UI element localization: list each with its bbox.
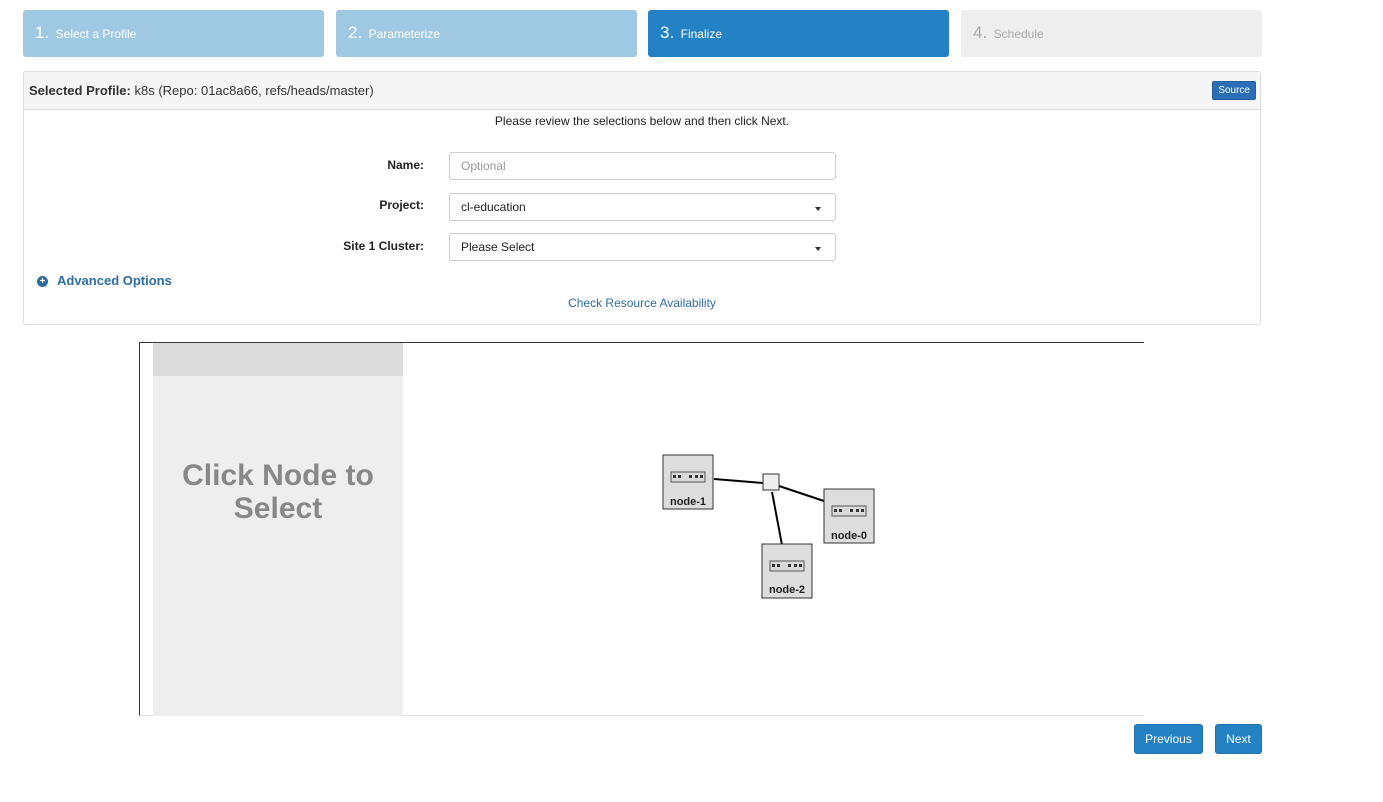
caret-down-icon [815, 207, 821, 211]
step-number: 1. [35, 23, 50, 42]
node-1-label: node-1 [670, 496, 706, 508]
step-label: Select a Profile [55, 27, 137, 41]
cluster-label: Site 1 Cluster: [343, 239, 424, 253]
step-number: 4. [973, 23, 988, 42]
plus-circle-icon: + [37, 276, 48, 287]
cluster-select[interactable]: Please Select [449, 233, 836, 261]
check-resource-link[interactable]: Check Resource Availability [24, 296, 1260, 310]
selected-profile: Selected Profile: k8s (Repo: 01ac8a66, r… [29, 83, 374, 98]
finalize-panel: Selected Profile: k8s (Repo: 01ac8a66, r… [23, 71, 1261, 325]
project-label: Project: [379, 198, 424, 212]
step-finalize[interactable]: 3. Finalize [648, 10, 949, 57]
topology-viewer: Click Node to Select node-1 node-0 node-… [139, 342, 1144, 716]
advanced-options-label: Advanced Options [57, 273, 172, 288]
step-label: Finalize [680, 27, 722, 41]
source-button[interactable]: Source [1212, 81, 1256, 100]
node-2-label: node-2 [769, 584, 805, 596]
selected-profile-value: k8s (Repo: 01ac8a66, refs/heads/master) [134, 83, 374, 98]
name-input[interactable]: Optional [449, 152, 836, 180]
step-parameterize[interactable]: 2. Parameterize [336, 10, 637, 57]
server-icon [670, 471, 706, 483]
step-select-profile[interactable]: 1. Select a Profile [23, 10, 324, 57]
node-0-label: node-0 [831, 530, 867, 542]
selected-profile-label: Selected Profile: [29, 83, 131, 98]
lan-switch[interactable] [762, 473, 780, 491]
project-select-value: cl-education [461, 200, 526, 214]
topology-graph: node-1 node-0 node-2 [662, 454, 875, 599]
name-label: Name: [387, 158, 424, 172]
advanced-options-toggle[interactable]: + Advanced Options [37, 273, 172, 288]
node-1-box[interactable]: node-1 [662, 454, 714, 510]
node-2-box[interactable]: node-2 [761, 543, 813, 599]
step-label: Parameterize [368, 27, 441, 41]
step-number: 3. [660, 23, 675, 42]
link-lan-node0 [778, 485, 825, 502]
project-select[interactable]: cl-education [449, 193, 836, 221]
review-instructions: Please review the selections below and t… [494, 114, 790, 128]
next-button[interactable]: Next [1215, 724, 1262, 754]
link-node1-lan [713, 478, 764, 484]
step-number: 2. [348, 23, 363, 42]
panel-header: Selected Profile: k8s (Repo: 01ac8a66, r… [24, 72, 1260, 110]
node-0-box[interactable]: node-0 [823, 488, 875, 544]
link-lan-node2 [771, 491, 783, 546]
step-label: Schedule [993, 27, 1044, 41]
step-schedule[interactable]: 4. Schedule [961, 10, 1262, 57]
caret-down-icon [815, 247, 821, 251]
server-icon [831, 505, 867, 517]
previous-button[interactable]: Previous [1134, 724, 1203, 754]
cluster-select-value: Please Select [461, 240, 535, 254]
server-icon [769, 560, 805, 572]
